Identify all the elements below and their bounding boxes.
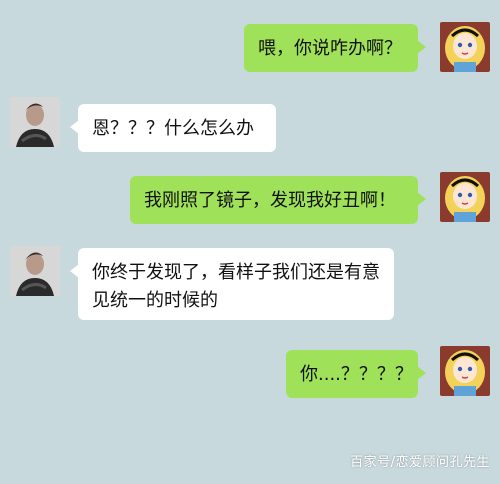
message-text: 恩？？？什么怎么办 <box>92 118 254 139</box>
man-avatar[interactable] <box>10 246 60 296</box>
message-bubble-received[interactable]: 你终于发现了，看样子我们还是有意见统一的时候的 <box>70 248 394 320</box>
message-bubble-received[interactable]: 恩？？？什么怎么办 <box>70 104 276 152</box>
alice-avatar[interactable] <box>440 22 490 72</box>
alice-avatar-icon <box>440 346 490 396</box>
alice-avatar-icon <box>440 172 490 222</box>
message-text: 我刚照了镜子，发现我好丑啊！ <box>144 190 396 211</box>
watermark: 百家号/恋爱顾问孔先生 <box>350 455 490 470</box>
alice-avatar-icon <box>440 22 490 72</box>
man-avatar[interactable] <box>10 97 60 147</box>
alice-avatar[interactable] <box>440 346 490 396</box>
man-avatar-icon <box>10 97 60 147</box>
message-bubble-sent[interactable]: 你....？？？？ <box>286 350 426 398</box>
message-bubble-sent[interactable]: 喂，你说咋办啊？ <box>244 24 426 72</box>
alice-avatar[interactable] <box>440 172 490 222</box>
message-text: 喂，你说咋办啊？ <box>258 38 402 59</box>
message-bubble-sent[interactable]: 我刚照了镜子，发现我好丑啊！ <box>130 176 426 224</box>
man-avatar-icon <box>10 246 60 296</box>
message-text: 你....？？？？ <box>300 364 413 385</box>
message-text: 你终于发现了，看样子我们还是有意见统一的时候的 <box>92 262 380 311</box>
